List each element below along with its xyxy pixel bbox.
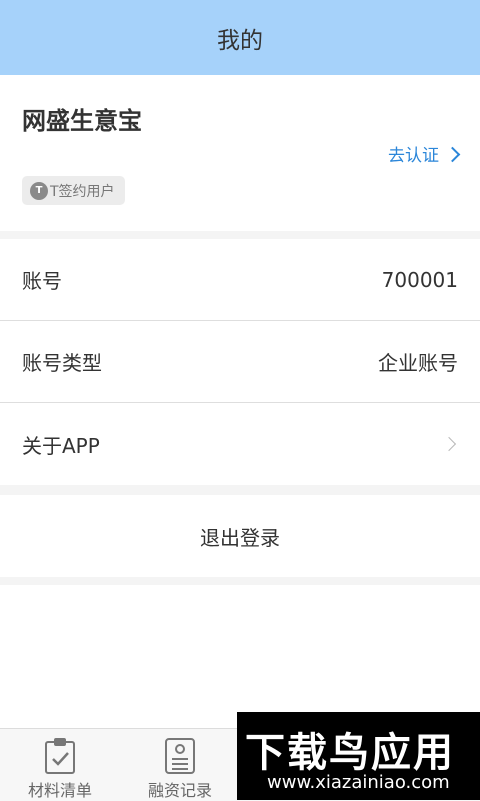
profile-card: 网盛生意宝 去认证 T T签约用户 [0,75,480,231]
empty-area [0,585,480,728]
account-label: 账号 [22,269,62,293]
id-card-icon [165,738,195,774]
tab-financing-records[interactable]: 融资记录 [120,729,240,801]
account-row: 账号 700001 [0,239,480,321]
tab-materials[interactable]: 材料清单 [0,729,120,801]
watermark-title: 下载鸟应用 [245,730,455,776]
clipboard-check-icon [45,738,75,774]
account-type-row: 账号类型 企业账号 [0,321,480,403]
account-info-list: 账号 700001 账号类型 企业账号 关于APP [0,239,480,485]
watermark-overlay: 下载鸟应用 www.xiazainiao.com [237,712,480,800]
about-app-label: 关于APP [22,433,100,458]
chevron-right-icon [441,436,457,452]
page-title: 我的 [217,27,263,54]
top-bar: 我的 [0,0,480,75]
logout-button[interactable]: 退出登录 [0,495,480,577]
logout-label: 退出登录 [200,525,280,550]
company-name: 网盛生意宝 [22,107,142,135]
user-type-tag: T T签约用户 [22,176,125,205]
account-type-value: 企业账号 [378,351,458,375]
about-app-row[interactable]: 关于APP [0,403,480,485]
account-value: 700001 [381,267,458,292]
gear-badge-icon: T [30,181,48,200]
user-type-label: T签约用户 [50,183,115,200]
watermark-url: www.xiazainiao.com [267,772,450,793]
tab-materials-label: 材料清单 [27,781,92,800]
chevron-right-icon [444,146,461,162]
tab-financing-records-label: 融资记录 [147,781,212,800]
verify-link-label: 去认证 [388,146,439,166]
verify-link[interactable]: 去认证 [388,141,461,166]
account-type-label: 账号类型 [22,351,102,375]
